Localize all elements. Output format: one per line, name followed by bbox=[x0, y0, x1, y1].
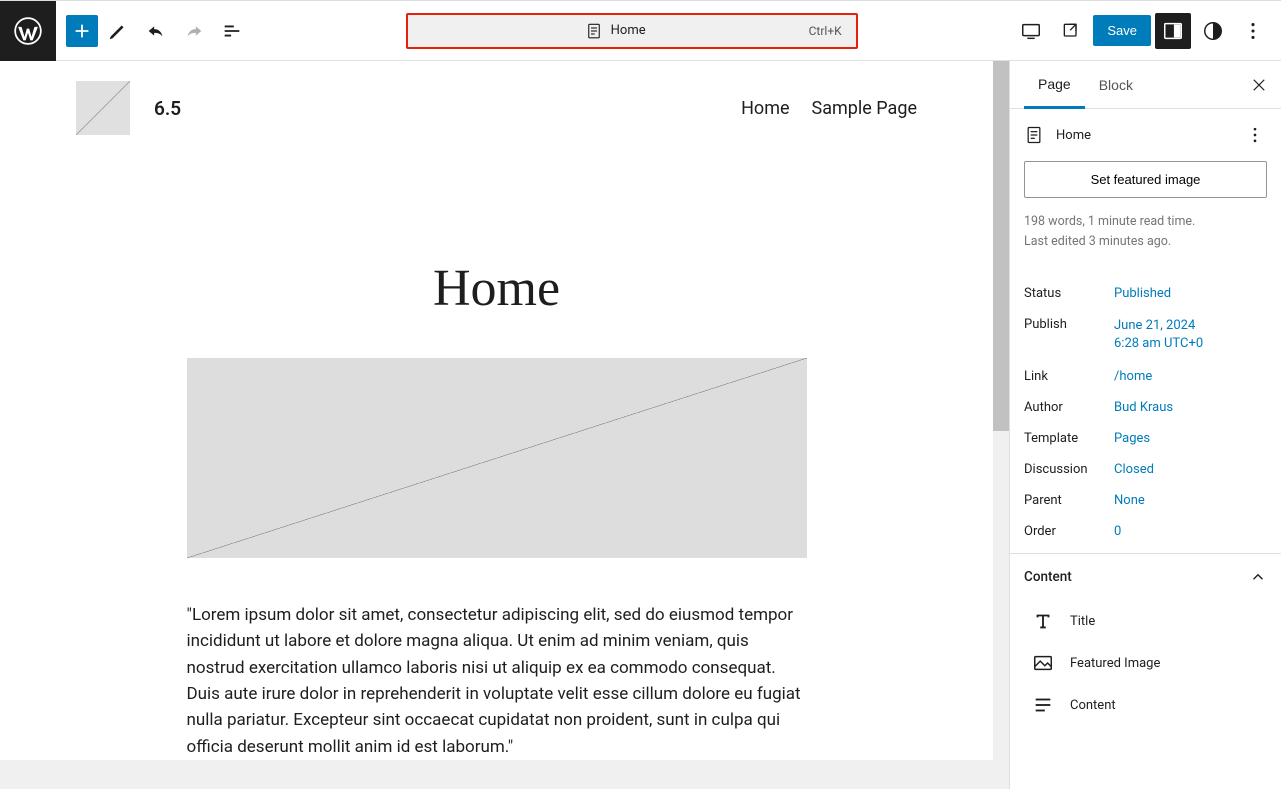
view-button[interactable] bbox=[1013, 13, 1049, 49]
site-logo-placeholder[interactable] bbox=[76, 81, 130, 135]
status-value[interactable]: Published bbox=[1114, 286, 1171, 301]
site-nav: Home Sample Page bbox=[741, 98, 917, 119]
styles-button[interactable] bbox=[1195, 13, 1231, 49]
last-edited-text: Last edited 3 minutes ago. bbox=[1024, 232, 1267, 252]
command-center-title: Home bbox=[611, 23, 646, 38]
nav-home[interactable]: Home bbox=[741, 98, 789, 119]
options-button[interactable] bbox=[1235, 13, 1271, 49]
content-icon bbox=[1032, 694, 1054, 716]
title-icon bbox=[1032, 610, 1054, 632]
publish-label: Publish bbox=[1024, 317, 1114, 353]
page-icon bbox=[1024, 125, 1044, 145]
sidebar-doc-title: Home bbox=[1056, 128, 1091, 143]
template-label: Template bbox=[1024, 431, 1114, 446]
preview-button[interactable] bbox=[1053, 13, 1089, 49]
content-item-featured-image[interactable]: Featured Image bbox=[1024, 642, 1267, 684]
order-label: Order bbox=[1024, 524, 1114, 539]
settings-sidebar-toggle[interactable] bbox=[1155, 13, 1191, 49]
tab-page[interactable]: Page bbox=[1024, 62, 1085, 109]
word-count-text: 198 words, 1 minute read time. bbox=[1024, 212, 1267, 232]
publish-value[interactable]: June 21, 20246:28 am UTC+0 bbox=[1114, 317, 1203, 353]
link-label: Link bbox=[1024, 369, 1114, 384]
content-item-title[interactable]: Title bbox=[1024, 600, 1267, 642]
nav-sample-page[interactable]: Sample Page bbox=[812, 98, 917, 119]
wordpress-logo[interactable] bbox=[0, 1, 56, 61]
editor-canvas[interactable]: 6.5 Home Sample Page Home "Lorem ipsum d… bbox=[0, 61, 993, 789]
close-sidebar-button[interactable] bbox=[1245, 71, 1273, 99]
parent-value[interactable]: None bbox=[1114, 493, 1145, 508]
canvas-scrollbar[interactable] bbox=[993, 61, 1009, 789]
document-overview-button[interactable] bbox=[214, 13, 250, 49]
command-center-shortcut: Ctrl+K bbox=[809, 24, 842, 38]
redo-button[interactable] bbox=[176, 13, 212, 49]
editor-toolbar: Home Ctrl+K Save bbox=[0, 1, 1281, 61]
doc-actions-button[interactable] bbox=[1243, 123, 1267, 147]
link-value[interactable]: /home bbox=[1114, 369, 1152, 384]
template-value[interactable]: Pages bbox=[1114, 431, 1150, 446]
command-center[interactable]: Home Ctrl+K bbox=[406, 13, 858, 49]
author-label: Author bbox=[1024, 400, 1114, 415]
tab-block[interactable]: Block bbox=[1085, 61, 1147, 108]
status-label: Status bbox=[1024, 286, 1114, 301]
discussion-label: Discussion bbox=[1024, 462, 1114, 477]
content-item-content[interactable]: Content bbox=[1024, 684, 1267, 726]
paragraph-block[interactable]: "Lorem ipsum dolor sit amet, consectetur… bbox=[187, 602, 807, 760]
site-title[interactable]: 6.5 bbox=[154, 97, 181, 120]
content-panel-header[interactable]: Content bbox=[1010, 553, 1281, 600]
add-block-button[interactable] bbox=[66, 15, 98, 47]
set-featured-image-button[interactable]: Set featured image bbox=[1024, 161, 1267, 198]
discussion-value[interactable]: Closed bbox=[1114, 462, 1154, 477]
page-title[interactable]: Home bbox=[0, 155, 993, 358]
undo-button[interactable] bbox=[138, 13, 174, 49]
settings-sidebar: Page Block Home Set featured image 198 w… bbox=[1009, 61, 1281, 789]
author-value[interactable]: Bud Kraus bbox=[1114, 400, 1173, 415]
editor-canvas-wrap: 6.5 Home Sample Page Home "Lorem ipsum d… bbox=[0, 61, 1009, 789]
save-button[interactable]: Save bbox=[1093, 15, 1151, 46]
order-value[interactable]: 0 bbox=[1114, 524, 1121, 539]
site-header: 6.5 Home Sample Page bbox=[0, 61, 993, 155]
image-icon bbox=[1032, 652, 1054, 674]
tools-button[interactable] bbox=[100, 13, 136, 49]
page-icon bbox=[585, 22, 603, 40]
chevron-up-icon bbox=[1249, 568, 1267, 586]
close-icon bbox=[1250, 76, 1268, 94]
parent-label: Parent bbox=[1024, 493, 1114, 508]
featured-image-placeholder[interactable] bbox=[187, 358, 807, 558]
